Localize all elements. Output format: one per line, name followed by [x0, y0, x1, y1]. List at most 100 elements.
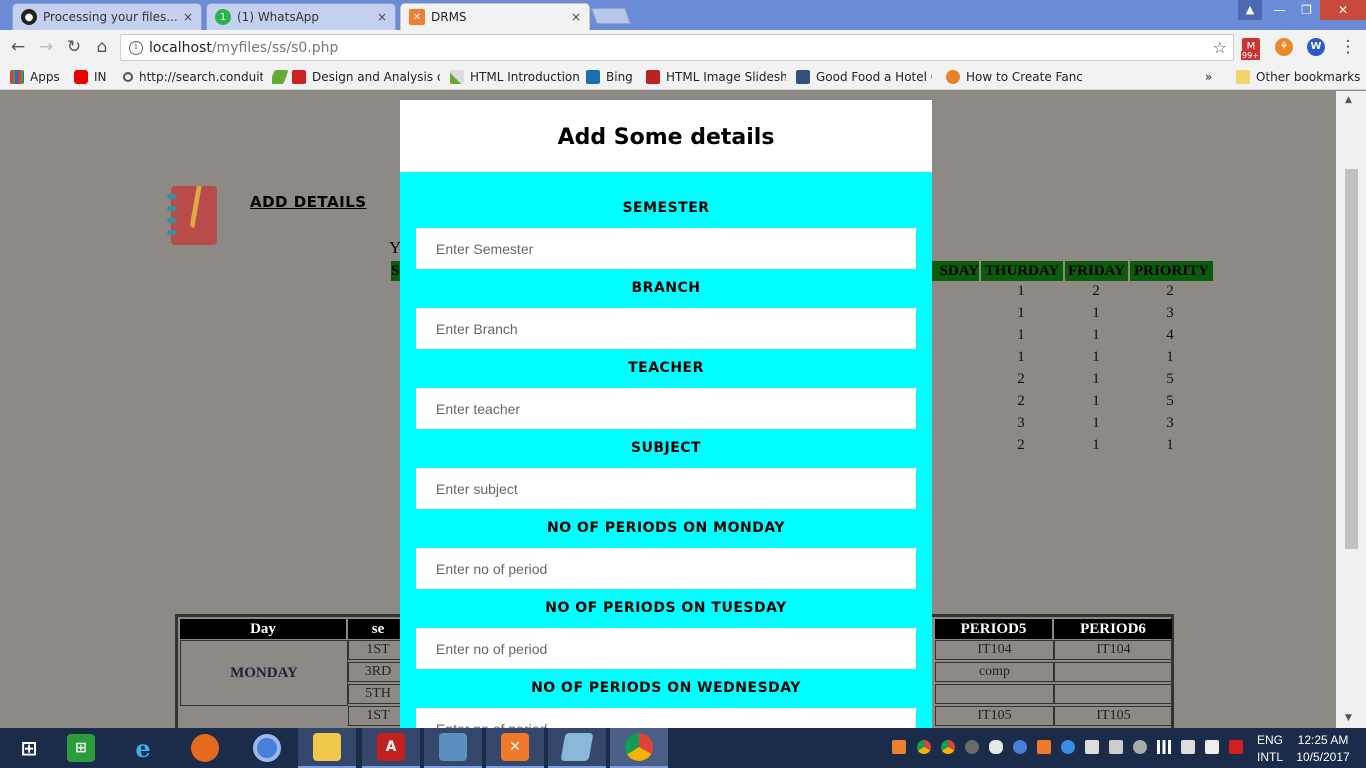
tab-processing[interactable]: ● Processing your files... × [12, 3, 202, 30]
timetable-cell: IT105 [935, 706, 1054, 726]
taskbar-xampp[interactable]: ✕ [486, 728, 544, 768]
wordpress-icon[interactable]: W [1307, 38, 1325, 56]
tray-xampp-icon[interactable] [892, 740, 906, 754]
close-icon[interactable]: × [377, 10, 387, 24]
bookmark-star-icon[interactable]: ☆ [1213, 38, 1227, 57]
bookmark-fancy[interactable]: How to Create Fancy [946, 68, 1082, 86]
address-bar[interactable]: i localhost/myfiles/ss/s0.php ☆ [120, 34, 1234, 61]
window-controls: — ❐ ✕ [1266, 0, 1366, 20]
tray-sync-icon[interactable] [1061, 740, 1075, 754]
taskbar-chromium[interactable] [238, 728, 296, 768]
taskbar-photos[interactable] [424, 728, 482, 768]
minimize-icon[interactable]: — [1266, 0, 1293, 20]
new-tab-button[interactable] [591, 8, 631, 24]
leaf-icon [272, 70, 289, 84]
acrobat-icon: A [377, 733, 405, 761]
scroll-up-icon[interactable]: ▲ [1345, 95, 1352, 105]
forward-icon[interactable]: → [36, 37, 56, 57]
bookmark-other[interactable]: Other bookmarks [1236, 68, 1360, 86]
bookmark-bing[interactable]: Bing [586, 68, 633, 86]
close-icon[interactable]: × [571, 10, 581, 24]
bookmark-apps[interactable]: Apps [10, 68, 60, 86]
menu-icon[interactable]: ⋮ [1338, 37, 1358, 57]
scrollbar-thumb[interactable] [1345, 169, 1358, 549]
tray-signal-icon[interactable] [1157, 740, 1171, 754]
branch-input[interactable] [416, 308, 916, 349]
add-details-link[interactable]: ADD DETAILS [250, 193, 367, 211]
folder-icon [313, 733, 341, 761]
tray-q-icon[interactable] [1229, 740, 1243, 754]
language-indicator[interactable]: ENG [1254, 733, 1286, 747]
monday-periods-input[interactable] [416, 548, 916, 589]
subject-label: SUBJECT [630, 440, 702, 456]
info-icon[interactable]: i [129, 40, 143, 55]
whatsapp-icon: 1 [215, 9, 231, 25]
taskbar-firefox[interactable] [176, 728, 234, 768]
grid-cell: 1 [1092, 437, 1100, 453]
timetable-cell [1054, 684, 1173, 704]
tuesday-periods-input[interactable] [416, 628, 916, 669]
taskbar: ⊞ ⊞ e A ✕ ENG INTL 12:25 AM 10/5/2017 [0, 728, 1366, 768]
reload-icon[interactable]: ↻ [64, 37, 84, 57]
bookmark-design[interactable]: Design and Analysis c [272, 68, 440, 86]
apps-grid-icon [10, 70, 24, 84]
keyboard-layout[interactable]: INTL [1254, 750, 1286, 764]
clock-date[interactable]: 10/5/2017 [1290, 750, 1356, 764]
tray-chromium-icon[interactable] [1013, 740, 1027, 754]
tray-network-icon[interactable] [1085, 740, 1099, 754]
timetable-header-sem: se [348, 619, 408, 639]
tray-battery-icon[interactable] [1205, 740, 1219, 754]
grid-cell: 2 [1017, 371, 1025, 387]
clock-time[interactable]: 12:25 AM [1290, 733, 1356, 747]
taskbar-ie[interactable]: e [114, 728, 172, 768]
scroll-down-icon[interactable]: ▼ [1345, 713, 1352, 723]
taskbar-store[interactable]: ⊞ [52, 728, 110, 768]
tab-drms[interactable]: ✕ DRMS × [400, 3, 590, 30]
tray-device-icon[interactable] [1109, 740, 1123, 754]
branch-label: BRANCH [631, 280, 701, 296]
extension-icon[interactable]: ⚘ [1275, 38, 1293, 56]
taskbar-explorer[interactable] [298, 728, 356, 768]
timetable-header-day: Day [180, 619, 346, 639]
tray-chrome-icon[interactable] [917, 740, 931, 754]
back-icon[interactable]: ← [8, 37, 28, 57]
grid-cell: 1 [1092, 415, 1100, 431]
tray-satellite-icon[interactable] [1133, 740, 1147, 754]
bookmark-goodfood[interactable]: Good Food a Hotel C [796, 68, 932, 86]
tray-onedrive-icon[interactable] [989, 740, 1003, 754]
restore-icon[interactable]: ❐ [1293, 0, 1320, 20]
profile-icon[interactable]: ▲ [1238, 0, 1262, 20]
grid-cell: 2 [1166, 283, 1174, 299]
bookmark-slideshow[interactable]: HTML Image Slidesho [646, 68, 786, 86]
wednesday-periods-input[interactable] [416, 708, 916, 728]
subject-input[interactable] [416, 468, 916, 509]
folder-icon [1236, 70, 1250, 84]
timetable-header-period6: PERIOD6 [1054, 619, 1172, 639]
start-button[interactable]: ⊞ [0, 728, 58, 768]
teacher-input[interactable] [416, 388, 916, 429]
n-icon [292, 70, 306, 84]
tab-whatsapp[interactable]: 1 (1) WhatsApp × [206, 3, 396, 30]
taskbar-chrome[interactable] [610, 728, 668, 768]
grid-cell: 1 [1092, 305, 1100, 321]
semester-input[interactable] [416, 228, 916, 269]
close-icon[interactable]: × [183, 10, 193, 24]
bookmark-html-intro[interactable]: HTML Introduction [450, 68, 580, 86]
taskbar-notepad[interactable] [548, 728, 606, 768]
bookmark-label: Apps [30, 70, 60, 84]
page-scrollbar[interactable]: ▲ ▼ [1336, 91, 1366, 728]
tray-nvidia-icon[interactable] [965, 740, 979, 754]
grid-cell: 4 [1166, 327, 1174, 343]
bookmark-in[interactable]: IN [74, 68, 107, 86]
tray-xampp-icon[interactable] [1037, 740, 1051, 754]
tray-chrome-icon[interactable] [941, 740, 955, 754]
tray-volume-icon[interactable] [1181, 740, 1195, 754]
window-close-icon[interactable]: ✕ [1320, 0, 1366, 20]
timetable-cell: IT104 [1054, 640, 1173, 660]
home-icon[interactable]: ⌂ [92, 37, 112, 57]
bookmark-conduit[interactable]: http://search.conduit [123, 68, 263, 86]
taskbar-acrobat[interactable]: A [362, 728, 420, 768]
page-content: ADD DETAILS Y S SDAY THURDAY FRIDAY PRIO… [0, 91, 1336, 728]
more-bookmarks[interactable]: » [1205, 68, 1212, 86]
r-icon [646, 70, 660, 84]
